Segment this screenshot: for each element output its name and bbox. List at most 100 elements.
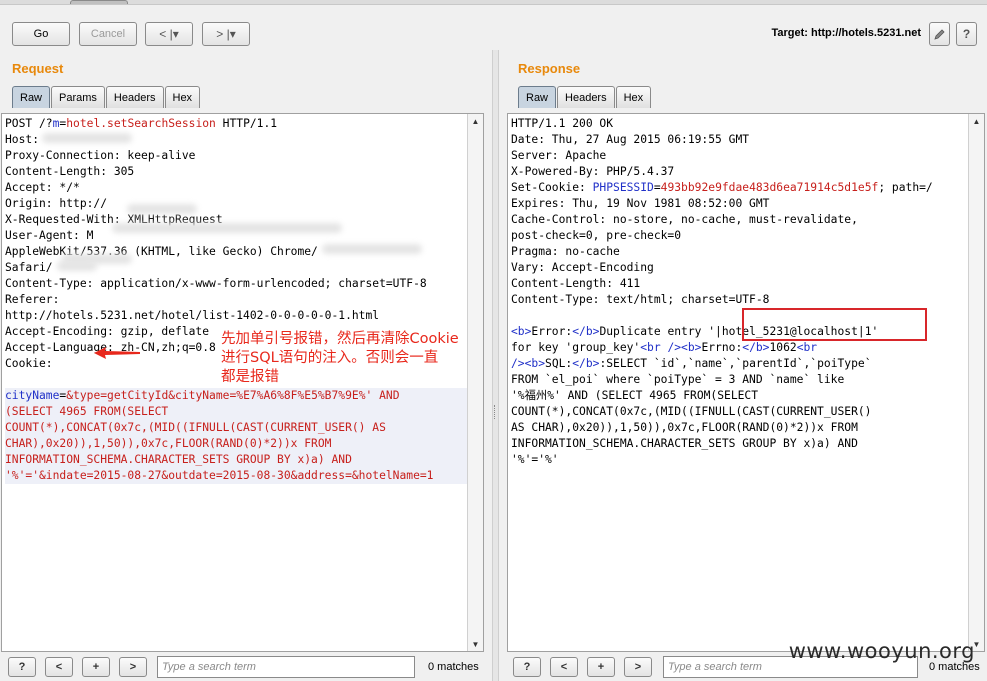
scroll-down-icon[interactable]: ▼ bbox=[468, 637, 483, 651]
tab-hex[interactable]: Hex bbox=[615, 86, 652, 108]
add-button[interactable]: + bbox=[82, 657, 110, 677]
pencil-icon bbox=[933, 29, 945, 40]
match-count: 0 matches bbox=[428, 661, 479, 673]
code-token: Server: Apache bbox=[511, 149, 607, 162]
code-token: <b> bbox=[681, 341, 702, 354]
code-token: SQL: bbox=[545, 357, 573, 370]
help-button[interactable]: ? bbox=[956, 22, 977, 46]
response-title: Response bbox=[518, 61, 581, 76]
code-line: cityName=&type=getCityId&cityName=%E7%A6… bbox=[5, 388, 480, 404]
code-token: INFORMATION_SCHEMA.CHARACTER_SETS GROUP … bbox=[511, 437, 858, 450]
request-title: Request bbox=[12, 61, 64, 76]
tab-params[interactable]: Params bbox=[51, 86, 105, 108]
code-line: Date: Thu, 27 Aug 2015 06:19:55 GMT bbox=[511, 132, 981, 148]
code-token: Cookie: bbox=[5, 357, 53, 370]
redaction bbox=[127, 204, 197, 214]
back-button[interactable]: < |▾ bbox=[145, 22, 193, 46]
code-token: PHPSESSID bbox=[592, 181, 654, 194]
grip-icon bbox=[494, 405, 498, 419]
code-line: Content-Length: 411 bbox=[511, 276, 981, 292]
forward-button[interactable]: > |▾ bbox=[202, 22, 250, 46]
search-input[interactable]: Type a search term bbox=[157, 656, 415, 678]
code-token: = bbox=[653, 181, 661, 194]
code-token: <b> bbox=[511, 325, 532, 338]
code-token: AS CHAR),0x20)),1,50)),0x7c,FLOOR(RAND(0… bbox=[511, 421, 858, 434]
code-token: &type=getCityId&cityName=%E7%A6%8F%E5%B7… bbox=[66, 389, 400, 402]
code-line: Server: Apache bbox=[511, 148, 981, 164]
code-token: FROM `el_poi` where `poiType` = 3 AND `n… bbox=[511, 373, 845, 386]
arrow-icon bbox=[94, 347, 140, 359]
code-line: FROM `el_poi` where `poiType` = 3 AND `n… bbox=[511, 372, 981, 388]
code-token: '%'='%' bbox=[511, 453, 559, 466]
code-token: '%'='&indate=2015-08-27&outdate=2015-08-… bbox=[5, 469, 434, 482]
response-scrollbar[interactable]: ▲ ▼ bbox=[968, 114, 984, 651]
code-token: COUNT(*),CONCAT(0x7c,(MID((IFNULL(CAST(C… bbox=[5, 421, 386, 434]
response-tabs: Raw Headers Hex bbox=[518, 86, 652, 108]
code-line: Vary: Accept-Encoding bbox=[511, 260, 981, 276]
code-token: </b> bbox=[742, 341, 770, 354]
top-tab[interactable] bbox=[70, 0, 128, 4]
response-text[interactable]: HTTP/1.1 200 OK Date: Thu, 27 Aug 2015 06… bbox=[508, 114, 984, 470]
code-token: Set-Cookie: bbox=[511, 181, 593, 194]
code-line: Content-Type: application/x-www-form-url… bbox=[5, 276, 480, 292]
code-token: <br /> bbox=[640, 341, 682, 354]
code-line: Pragma: no-cache bbox=[511, 244, 981, 260]
code-token: Vary: Accept-Encoding bbox=[511, 261, 654, 274]
code-line: for key 'group_key'<br /><b>Errno:</b>10… bbox=[511, 340, 981, 356]
response-editor[interactable]: HTTP/1.1 200 OK Date: Thu, 27 Aug 2015 06… bbox=[507, 113, 985, 652]
scroll-up-icon[interactable]: ▲ bbox=[468, 114, 483, 128]
next-match-button[interactable]: > bbox=[119, 657, 147, 677]
code-token: Referer: bbox=[5, 293, 60, 306]
code-line: post-check=0, pre-check=0 bbox=[511, 228, 981, 244]
code-line: Proxy-Connection: keep-alive bbox=[5, 148, 480, 164]
code-token: Host: bbox=[5, 133, 46, 146]
code-line: (SELECT 4965 FROM(SELECT bbox=[5, 404, 480, 420]
tab-headers[interactable]: Headers bbox=[557, 86, 615, 108]
go-button[interactable]: Go bbox=[12, 22, 70, 46]
code-token: Cache-Control: no-store, no-cache, must-… bbox=[511, 213, 858, 226]
prev-match-button[interactable]: < bbox=[45, 657, 73, 677]
tab-raw[interactable]: Raw bbox=[518, 86, 557, 108]
split-divider[interactable] bbox=[492, 50, 499, 681]
help-button[interactable]: ? bbox=[8, 657, 36, 677]
tab-headers[interactable]: Headers bbox=[105, 86, 164, 108]
code-token: Content-Length: 411 bbox=[511, 277, 641, 290]
code-token: COUNT(*),CONCAT(0x7c,(MID((IFNULL(CAST(C… bbox=[511, 405, 872, 418]
tab-raw[interactable]: Raw bbox=[12, 86, 51, 108]
redaction bbox=[57, 261, 97, 271]
code-line: COUNT(*),CONCAT(0x7c,(MID((IFNULL(CAST(C… bbox=[511, 404, 981, 420]
add-button[interactable]: + bbox=[587, 657, 615, 677]
code-token: Pragma: no-cache bbox=[511, 245, 620, 258]
code-line: Expires: Thu, 19 Nov 1981 08:52:00 GMT bbox=[511, 196, 981, 212]
top-tab-strip bbox=[0, 0, 987, 5]
code-token: 493bb92e9fdae483d6ea71914c5d1e5f bbox=[660, 181, 879, 194]
code-line: '%'='&indate=2015-08-27&outdate=2015-08-… bbox=[5, 468, 480, 484]
help-button[interactable]: ? bbox=[513, 657, 541, 677]
highlight-box bbox=[742, 308, 927, 341]
code-token: INFORMATION_SCHEMA.CHARACTER_SETS GROUP … bbox=[5, 453, 352, 466]
cancel-button[interactable]: Cancel bbox=[79, 22, 137, 46]
code-token: HTTP/1.1 bbox=[215, 117, 278, 130]
code-token: Proxy-Connection: keep-alive bbox=[5, 149, 196, 162]
code-token: Errno: bbox=[701, 341, 743, 354]
scroll-up-icon[interactable]: ▲ bbox=[969, 114, 984, 128]
next-match-button[interactable]: > bbox=[624, 657, 652, 677]
request-text[interactable]: POST /?m=hotel.setSearchSession HTTP/1.1… bbox=[2, 114, 483, 486]
redaction bbox=[112, 223, 342, 233]
code-token: post-check=0, pre-check=0 bbox=[511, 229, 682, 242]
code-token: HTTP/1.1 200 OK bbox=[511, 117, 614, 130]
request-scrollbar[interactable]: ▲ ▼ bbox=[467, 114, 483, 651]
code-line: Origin: http:// bbox=[5, 196, 480, 212]
code-token: User-Agent: M bbox=[5, 229, 94, 242]
code-token: 1062 bbox=[769, 341, 797, 354]
code-token: </b> bbox=[572, 325, 600, 338]
code-line: '%福州%' AND (SELECT 4965 FROM(SELECT bbox=[511, 388, 981, 404]
redaction bbox=[322, 244, 422, 254]
code-line: HTTP/1.1 200 OK bbox=[511, 116, 981, 132]
prev-match-button[interactable]: < bbox=[550, 657, 578, 677]
edit-target-button[interactable] bbox=[929, 22, 950, 46]
code-token: '%福州%' AND (SELECT 4965 FROM(SELECT bbox=[511, 389, 759, 402]
request-tabs: Raw Params Headers Hex bbox=[12, 86, 201, 108]
tab-hex[interactable]: Hex bbox=[164, 86, 201, 108]
code-token: Origin: http:// bbox=[5, 197, 108, 210]
